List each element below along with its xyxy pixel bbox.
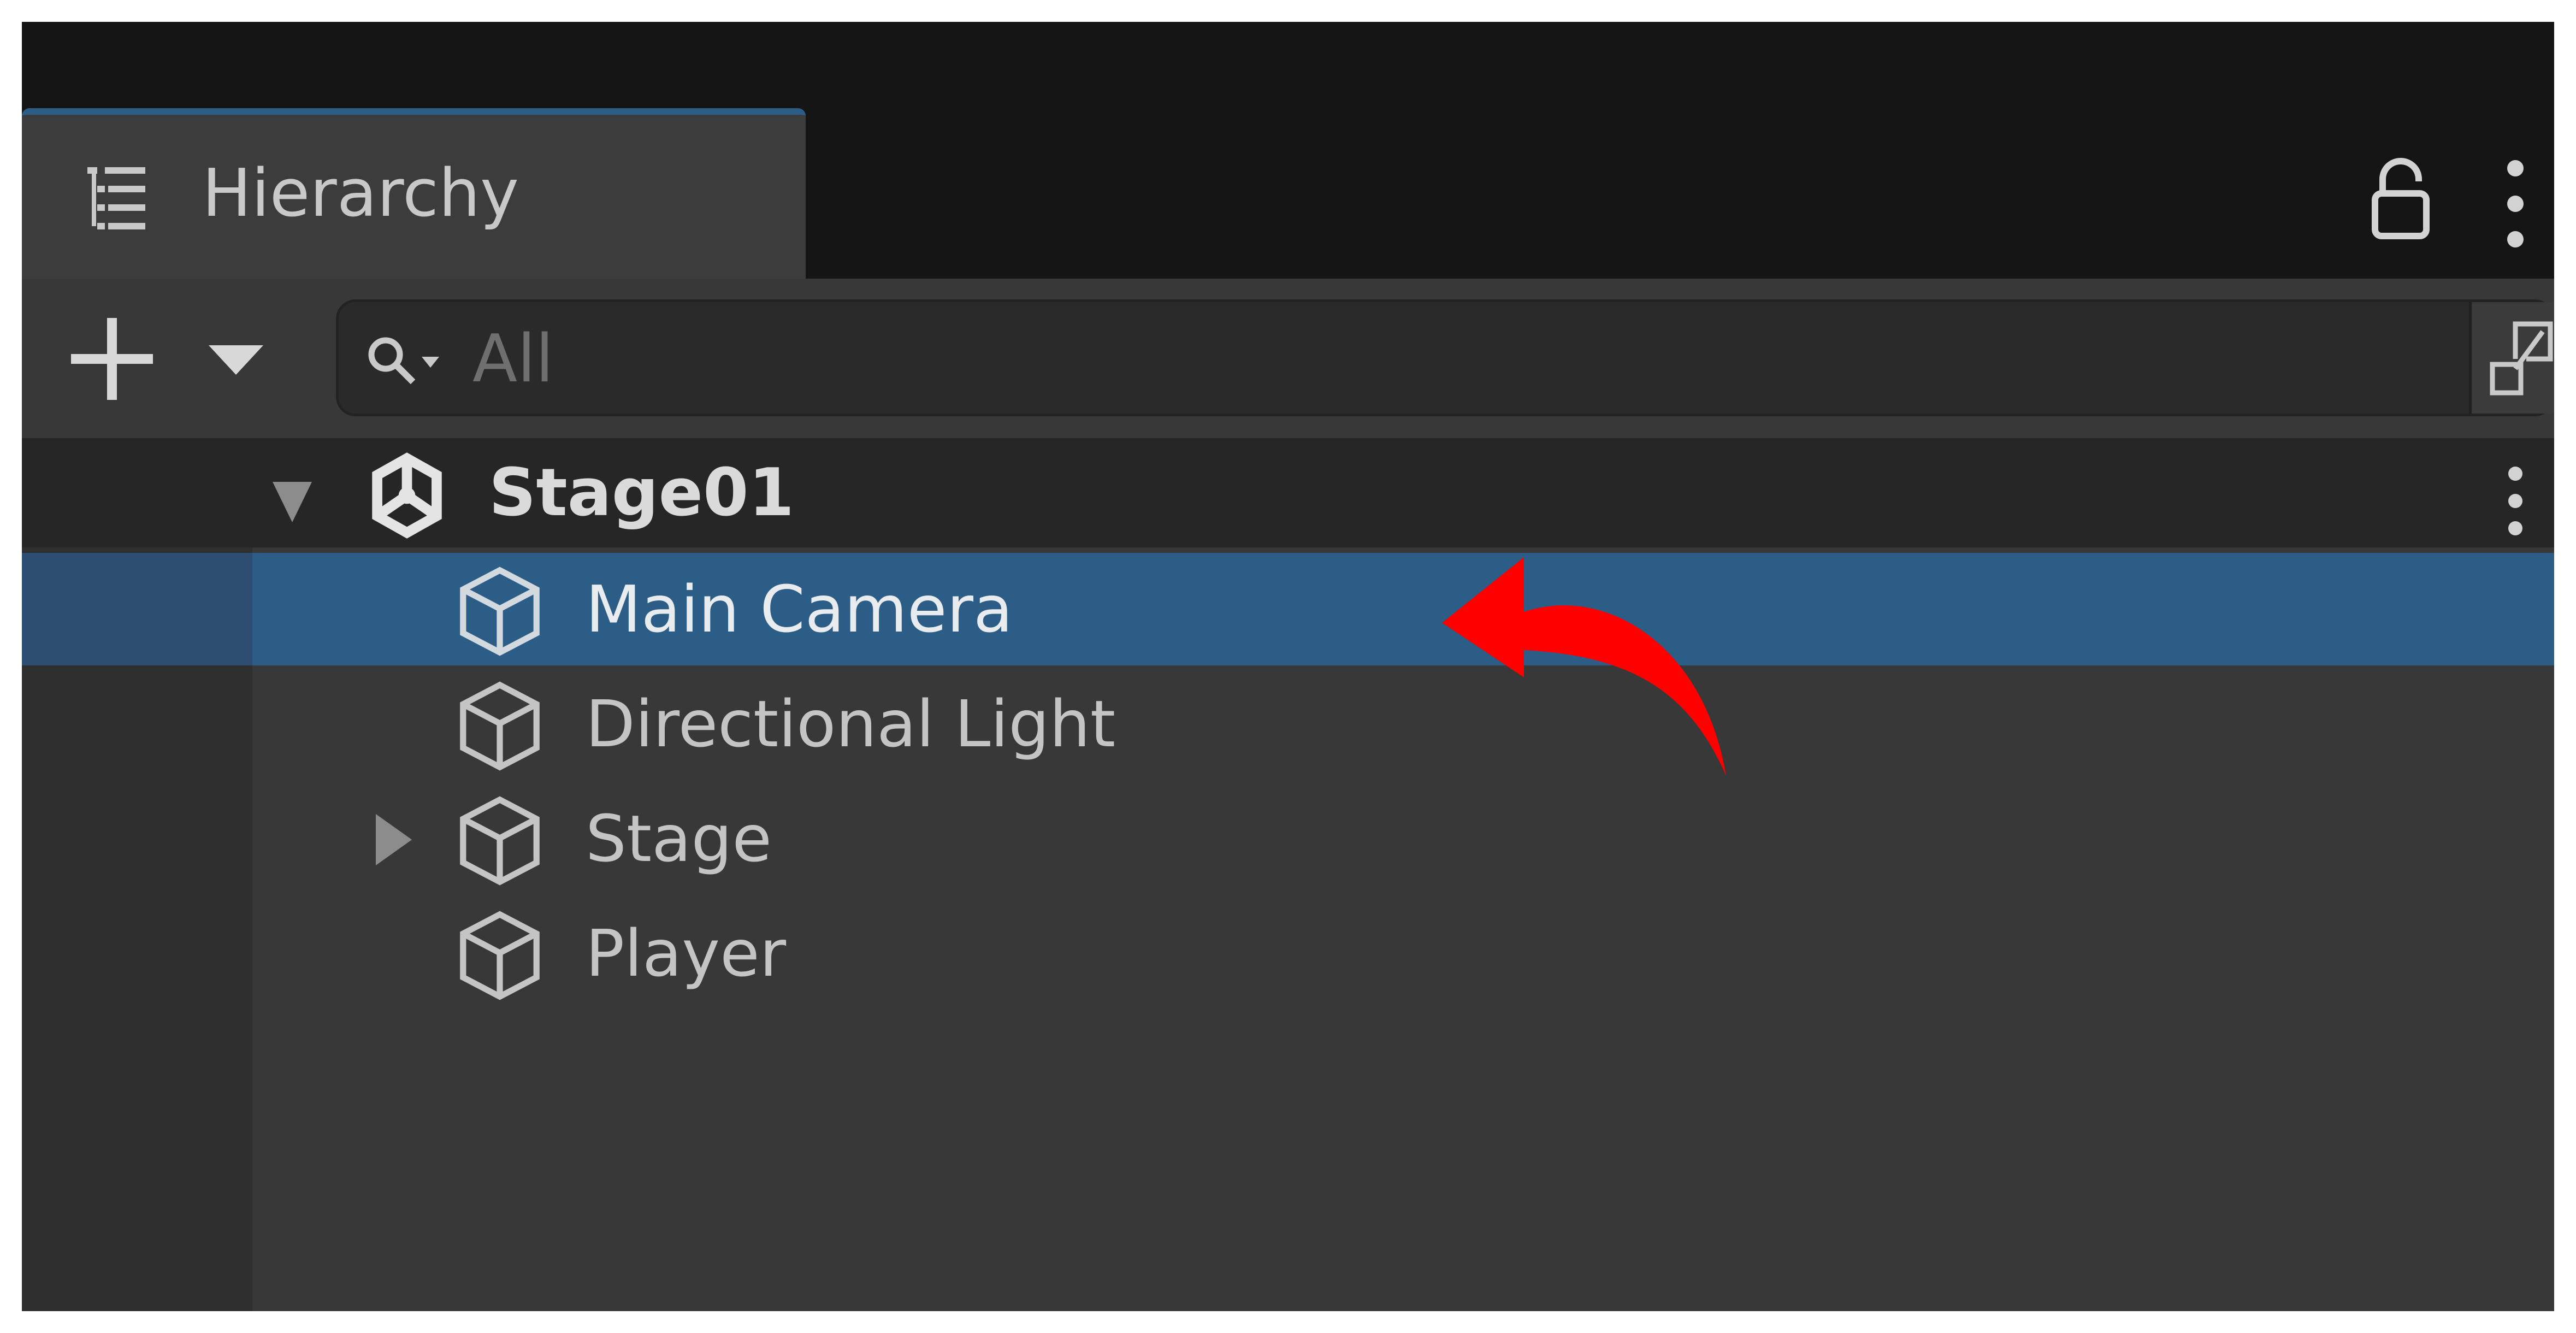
- selection-gutter: [22, 553, 252, 665]
- title-bar: Hierarchy: [22, 22, 2554, 279]
- hierarchy-list-icon: [87, 167, 145, 229]
- hierarchy-window: Hierarchy All Stage01 Main Camera Direct…: [22, 22, 2554, 1311]
- tree-item-label: Directional Light: [586, 686, 1116, 762]
- unity-scene-icon: [372, 452, 442, 539]
- tree-item-label: Player: [586, 916, 787, 991]
- add-object-button[interactable]: [66, 314, 273, 401]
- collapse-triangle-icon[interactable]: [371, 810, 415, 870]
- scene-menu-icon[interactable]: [2504, 465, 2526, 536]
- lock-icon[interactable]: [2371, 157, 2431, 239]
- caret-down-icon: [209, 345, 263, 375]
- hierarchy-toolbar: All: [22, 279, 2554, 438]
- tree-item-label: Stage: [586, 801, 772, 876]
- cube-icon: [460, 681, 540, 771]
- cube-icon: [460, 796, 540, 886]
- tab-hierarchy[interactable]: Hierarchy: [22, 108, 806, 279]
- kebab-menu-icon[interactable]: [2504, 157, 2526, 250]
- tree-item-player[interactable]: Player: [22, 897, 2554, 1010]
- tree-item-directional-light[interactable]: Directional Light: [22, 668, 2554, 780]
- scene-label: Stage01: [489, 455, 795, 531]
- search-field[interactable]: All: [336, 299, 2554, 416]
- hierarchy-tree: Stage01 Main Camera Directional Light St…: [22, 438, 2554, 1311]
- plus-icon: [71, 318, 153, 400]
- tree-item-stage[interactable]: Stage: [22, 782, 2554, 895]
- expand-icon[interactable]: [2469, 302, 2554, 414]
- scene-row-stage01[interactable]: Stage01: [22, 438, 2554, 547]
- tree-item-main-camera[interactable]: Main Camera: [22, 553, 2554, 665]
- expand-triangle-icon[interactable]: [270, 470, 314, 530]
- tab-title: Hierarchy: [202, 156, 519, 232]
- red-arrow-annotation: [1442, 557, 1726, 776]
- tree-item-label: Main Camera: [586, 571, 1013, 647]
- search-input[interactable]: All: [472, 318, 554, 400]
- cube-icon: [460, 567, 540, 656]
- search-icon: [368, 337, 439, 385]
- cube-icon: [460, 911, 540, 1000]
